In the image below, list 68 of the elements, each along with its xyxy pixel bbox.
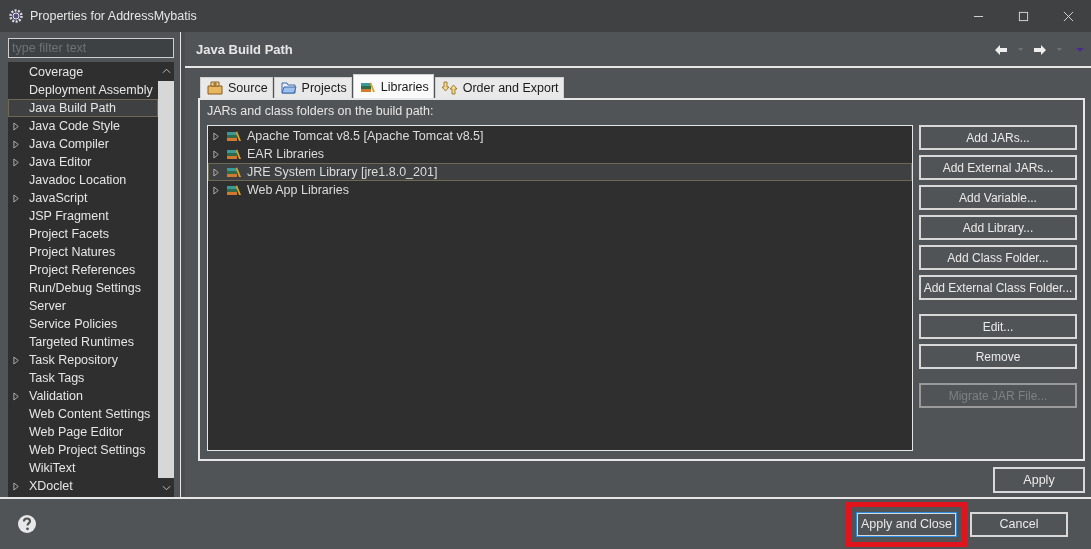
window-title: Properties for AddressMybatis [30, 9, 197, 23]
sidebar-item[interactable]: JavaScript [8, 189, 158, 207]
scroll-down-icon[interactable] [161, 485, 171, 491]
sidebar-item[interactable]: Server [8, 297, 158, 315]
sidebar-item[interactable]: Coverage [8, 63, 158, 81]
folder-icon [280, 81, 297, 95]
action-button[interactable]: Add Variable... [919, 185, 1077, 210]
arrows-icon [441, 81, 458, 95]
sidebar-item[interactable]: Web Page Editor [8, 423, 158, 441]
expand-icon[interactable] [13, 481, 20, 491]
sidebar-item[interactable]: Project References [8, 261, 158, 279]
action-button[interactable]: Add Library... [919, 215, 1077, 240]
action-button[interactable]: Remove [919, 344, 1077, 369]
package-icon [207, 81, 223, 95]
scroll-up-icon[interactable] [161, 68, 171, 74]
action-button[interactable]: Edit... [919, 314, 1077, 339]
back-icon[interactable] [994, 43, 1008, 56]
sidebar-item[interactable]: Service Policies [8, 315, 158, 333]
sidebar-item[interactable]: Javadoc Location [8, 171, 158, 189]
tab[interactable]: Source [200, 77, 273, 98]
sidebar-item[interactable]: Task Tags [8, 369, 158, 387]
maximize-icon[interactable] [1018, 10, 1029, 22]
library-item[interactable]: JRE System Library [jre1.8.0_201] [208, 163, 912, 181]
expand-icon[interactable] [13, 157, 20, 167]
library-item[interactable]: EAR Libraries [208, 145, 912, 163]
sidebar-item[interactable]: Run/Debug Settings [8, 279, 158, 297]
books-icon [226, 165, 242, 179]
tab[interactable]: Libraries [352, 74, 434, 98]
sidebar-item[interactable]: Java Editor [8, 153, 158, 171]
sidebar-item[interactable]: XDoclet [8, 477, 158, 495]
action-button[interactable]: Add JARs... [919, 125, 1077, 150]
close-icon[interactable] [1063, 10, 1074, 22]
books-icon [226, 147, 242, 161]
expand-icon[interactable] [13, 139, 20, 149]
sidebar-item[interactable]: Web Project Settings [8, 441, 158, 459]
dialog-button[interactable]: Cancel [970, 511, 1068, 537]
action-button[interactable]: Add Class Folder... [919, 245, 1077, 270]
books-icon [226, 129, 242, 143]
sidebar-item[interactable]: Java Compiler [8, 135, 158, 153]
page-title: Java Build Path [196, 42, 293, 57]
tab[interactable]: Order and Export [434, 77, 564, 98]
sidebar-item[interactable]: JSP Fragment [8, 207, 158, 225]
sidebar-item[interactable]: Web Content Settings [8, 405, 158, 423]
expand-icon[interactable] [13, 121, 20, 131]
action-button[interactable]: Add External Class Folder... [919, 275, 1077, 300]
sidebar-item[interactable]: Task Repository [8, 351, 158, 369]
sidebar-item[interactable]: WikiText [8, 459, 158, 477]
sidebar-item[interactable]: Java Build Path [8, 99, 158, 117]
description-text: JARs and class folders on the build path: [207, 103, 435, 120]
sidebar-item[interactable]: Java Code Style [8, 117, 158, 135]
apply-button[interactable]: Apply [993, 467, 1085, 493]
library-item[interactable]: Web App Libraries [208, 181, 912, 199]
sidebar-item[interactable]: Validation [8, 387, 158, 405]
dialog-button[interactable]: Apply and Close [856, 511, 957, 537]
expand-icon[interactable] [13, 193, 20, 203]
sidebar-item[interactable]: Project Facets [8, 225, 158, 243]
action-button[interactable]: Add External JARs... [919, 155, 1077, 180]
gear-icon [8, 8, 24, 24]
sidebar-item[interactable]: Deployment Assembly [8, 81, 158, 99]
tab[interactable]: Projects [273, 77, 352, 98]
library-item[interactable]: Apache Tomcat v8.5 [Apache Tomcat v8.5] [208, 127, 912, 145]
sidebar-item[interactable]: Project Natures [8, 243, 158, 261]
expand-icon[interactable] [13, 391, 20, 401]
forward-icon[interactable] [1033, 43, 1047, 56]
books-icon [226, 183, 242, 197]
sidebar-item[interactable]: Targeted Runtimes [8, 333, 158, 351]
help-icon[interactable] [17, 514, 37, 534]
expand-icon[interactable] [13, 355, 20, 365]
